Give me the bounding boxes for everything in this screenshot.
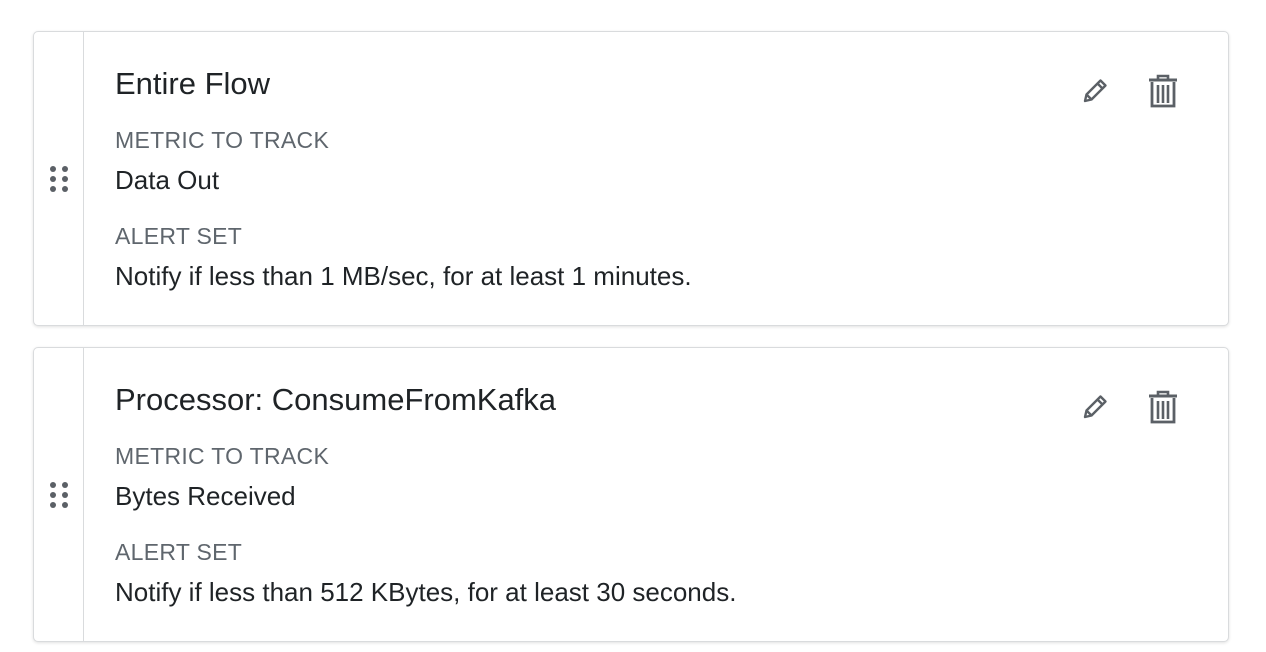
pencil-icon <box>1083 79 1107 103</box>
metric-value: Data Out <box>115 165 220 195</box>
trash-icon <box>1149 74 1177 108</box>
alert-card: Processor: ConsumeFromKafka METRIC TO TR… <box>33 347 1229 642</box>
alert-title: Processor: ConsumeFromKafka <box>115 382 557 417</box>
drag-handle[interactable] <box>34 348 84 641</box>
metric-label: METRIC TO TRACK <box>115 127 330 153</box>
alert-set-value: Notify if less than 512 KBytes, for at l… <box>115 577 737 607</box>
alert-set-value: Notify if less than 1 MB/sec, for at lea… <box>115 261 692 291</box>
drag-handle-icon <box>49 481 68 508</box>
delete-button[interactable] <box>1144 72 1182 110</box>
delete-button[interactable] <box>1144 388 1182 426</box>
alert-set-label: ALERT SET <box>115 539 243 565</box>
card-actions <box>1076 388 1182 426</box>
metric-value: Bytes Received <box>115 481 296 511</box>
drag-handle[interactable] <box>34 32 84 325</box>
alert-set-label: ALERT SET <box>115 223 243 249</box>
card-actions <box>1076 72 1182 110</box>
alert-title: Entire Flow <box>115 66 271 101</box>
trash-icon <box>1149 390 1177 424</box>
edit-button[interactable] <box>1076 72 1114 110</box>
pencil-icon <box>1083 395 1107 419</box>
edit-button[interactable] <box>1076 388 1114 426</box>
drag-handle-icon <box>49 165 68 192</box>
alert-card: Entire Flow METRIC TO TRACK Data Out ALE… <box>33 31 1229 326</box>
metric-label: METRIC TO TRACK <box>115 443 330 469</box>
